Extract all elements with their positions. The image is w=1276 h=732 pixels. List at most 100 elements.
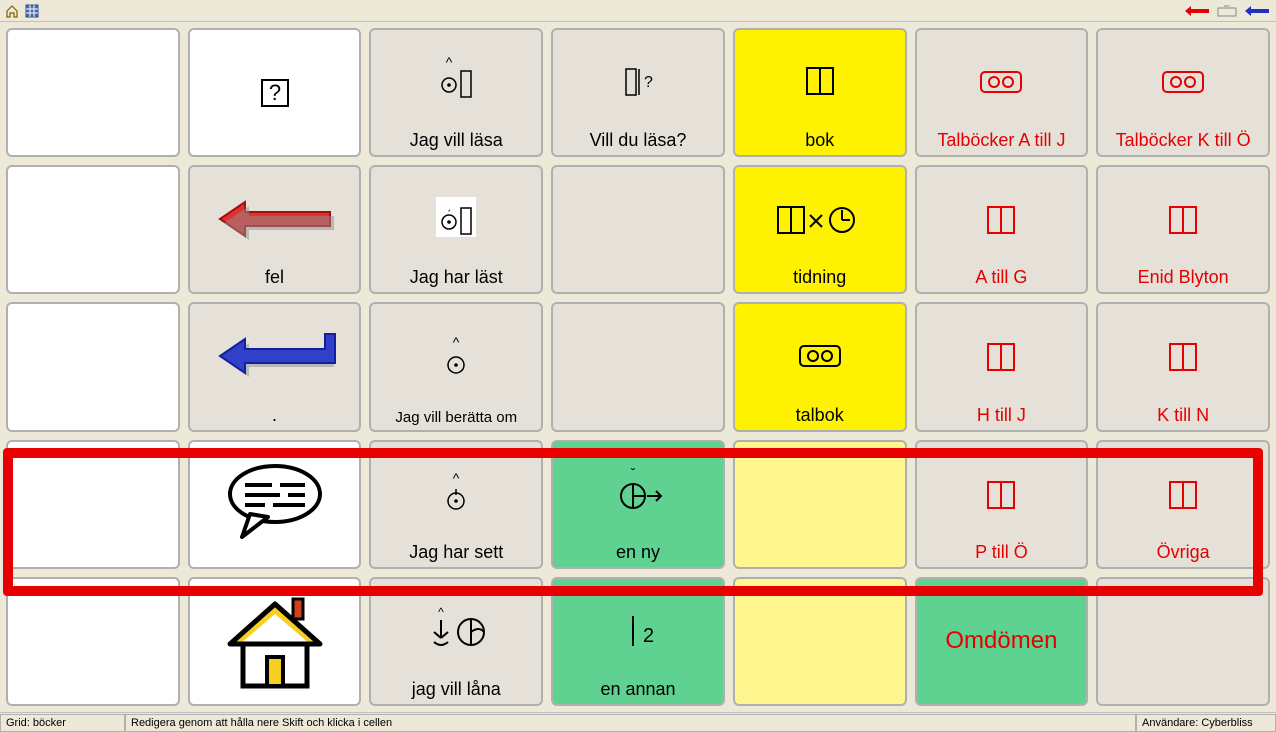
question-box-icon: ? [194, 34, 356, 151]
cell-1-2[interactable]: ˏ Jag har läst [369, 165, 543, 294]
cell-2-5[interactable]: H till J [915, 302, 1089, 431]
svg-text:^: ^ [446, 55, 453, 70]
cell-1-6[interactable]: Enid Blyton [1096, 165, 1270, 294]
svg-text:2: 2 [643, 625, 654, 647]
house-icon [194, 583, 356, 700]
book-icon [921, 446, 1083, 542]
audiobook-icon [739, 308, 901, 404]
another-icon: 2 [557, 583, 719, 679]
read-past-icon: ˏ [375, 171, 537, 267]
cell-2-1[interactable]: . [188, 302, 362, 431]
cell-label: Talböcker A till J [937, 130, 1065, 151]
svg-text:ˇ: ˇ [631, 466, 636, 481]
cell-3-6[interactable]: Övriga [1096, 440, 1270, 569]
borrow-icon: ^ [375, 583, 537, 679]
svg-text:abc: abc [1224, 5, 1230, 8]
book-icon [921, 171, 1083, 267]
book-icon [1102, 446, 1264, 542]
status-user: Användare: Cyberbliss [1136, 714, 1276, 732]
audiobook-icon [1102, 34, 1264, 130]
newspaper-icon [739, 171, 901, 267]
read-want-icon: ^ [375, 34, 537, 130]
blue-arrow-icon[interactable] [1243, 5, 1271, 17]
svg-text:^: ^ [453, 334, 460, 350]
cell-4-2[interactable]: ^ jag vill låna [369, 577, 543, 706]
cell-label: . [272, 405, 277, 426]
cell-0-2[interactable]: ^ Jag vill läsa [369, 28, 543, 157]
cell-4-1[interactable] [188, 577, 362, 706]
cell-1-1[interactable]: fel [188, 165, 362, 294]
svg-text:ˏ: ˏ [447, 198, 451, 212]
svg-text:?: ? [644, 74, 653, 91]
cell-label: Talböcker K till Ö [1116, 130, 1251, 151]
cell-label: en annan [600, 679, 675, 700]
cell-4-6[interactable] [1096, 577, 1270, 706]
cell-label: P till Ö [975, 542, 1028, 563]
cell-label: talbok [796, 405, 844, 426]
cell-3-3[interactable]: ˇ en ny [551, 440, 725, 569]
book-icon [1102, 308, 1264, 404]
cell-label: en ny [616, 542, 660, 563]
cell-3-5[interactable]: P till Ö [915, 440, 1089, 569]
cell-label: H till J [977, 405, 1026, 426]
cell-3-2[interactable]: ^ Jag har sett [369, 440, 543, 569]
cell-label: jag vill låna [412, 679, 501, 700]
red-arrow-icon[interactable] [1183, 5, 1211, 17]
status-hint: Redigera genom att hålla nere Skift och … [125, 714, 1136, 732]
cell-2-6[interactable]: K till N [1096, 302, 1270, 431]
cell-label: K till N [1157, 405, 1209, 426]
red-back-arrow-icon [194, 171, 356, 267]
cell-label: Vill du läsa? [590, 130, 687, 151]
cell-4-3[interactable]: 2 en annan [551, 577, 725, 706]
cell-1-5[interactable]: A till G [915, 165, 1089, 294]
cell-label: tidning [793, 267, 846, 288]
home-icon[interactable] [5, 4, 19, 18]
cell-0-5[interactable]: Talböcker A till J [915, 28, 1089, 157]
cell-0-4[interactable]: bok [733, 28, 907, 157]
speech-bubble-icon [194, 446, 356, 563]
cell-0-0[interactable] [6, 28, 180, 157]
cell-1-4[interactable]: tidning [733, 165, 907, 294]
book-icon [1102, 171, 1264, 267]
cell-0-1[interactable]: ? [188, 28, 362, 157]
cell-2-0[interactable] [6, 302, 180, 431]
new-one-icon: ˇ [557, 446, 719, 542]
cell-4-5[interactable]: Omdömen [915, 577, 1089, 706]
cell-0-3[interactable]: ? Vill du läsa? [551, 28, 725, 157]
cell-label: Jag vill läsa [410, 130, 503, 151]
blue-back-arrow-icon [194, 308, 356, 404]
main-grid: ? ^ Jag vill läsa ? Vill du läsa? bok T [0, 22, 1276, 712]
tell-about-icon: ^ [375, 308, 537, 408]
toolbar: abc [0, 0, 1276, 22]
status-grid-name: Grid: böcker [0, 714, 125, 732]
cell-2-4[interactable]: talbok [733, 302, 907, 431]
svg-text:^: ^ [453, 470, 460, 486]
cell-3-4[interactable] [733, 440, 907, 569]
cell-3-0[interactable] [6, 440, 180, 569]
cell-2-2[interactable]: ^ Jag vill berätta om [369, 302, 543, 431]
cell-label: A till G [975, 267, 1027, 288]
cell-4-0[interactable] [6, 577, 180, 706]
cell-1-3[interactable] [551, 165, 725, 294]
cell-label: Omdömen [945, 627, 1057, 655]
cell-label: bok [805, 130, 834, 151]
cell-4-4[interactable] [733, 577, 907, 706]
cell-label: Jag har läst [410, 267, 503, 288]
cell-label: Övriga [1157, 542, 1210, 563]
book-icon [739, 34, 901, 130]
cell-2-3[interactable] [551, 302, 725, 431]
keyboard-icon[interactable]: abc [1217, 5, 1237, 17]
cell-1-0[interactable] [6, 165, 180, 294]
svg-text:^: ^ [438, 606, 444, 619]
cell-label: Enid Blyton [1138, 267, 1229, 288]
status-bar: Grid: böcker Redigera genom att hålla ne… [0, 712, 1276, 732]
seen-icon: ^ [375, 446, 537, 542]
cell-label: fel [265, 267, 284, 288]
grid-icon[interactable] [25, 4, 39, 18]
svg-text:?: ? [268, 80, 280, 105]
audiobook-icon [921, 34, 1083, 130]
cell-3-1[interactable] [188, 440, 362, 569]
book-icon [921, 308, 1083, 404]
cell-label: Jag vill berätta om [395, 409, 517, 426]
cell-0-6[interactable]: Talböcker K till Ö [1096, 28, 1270, 157]
